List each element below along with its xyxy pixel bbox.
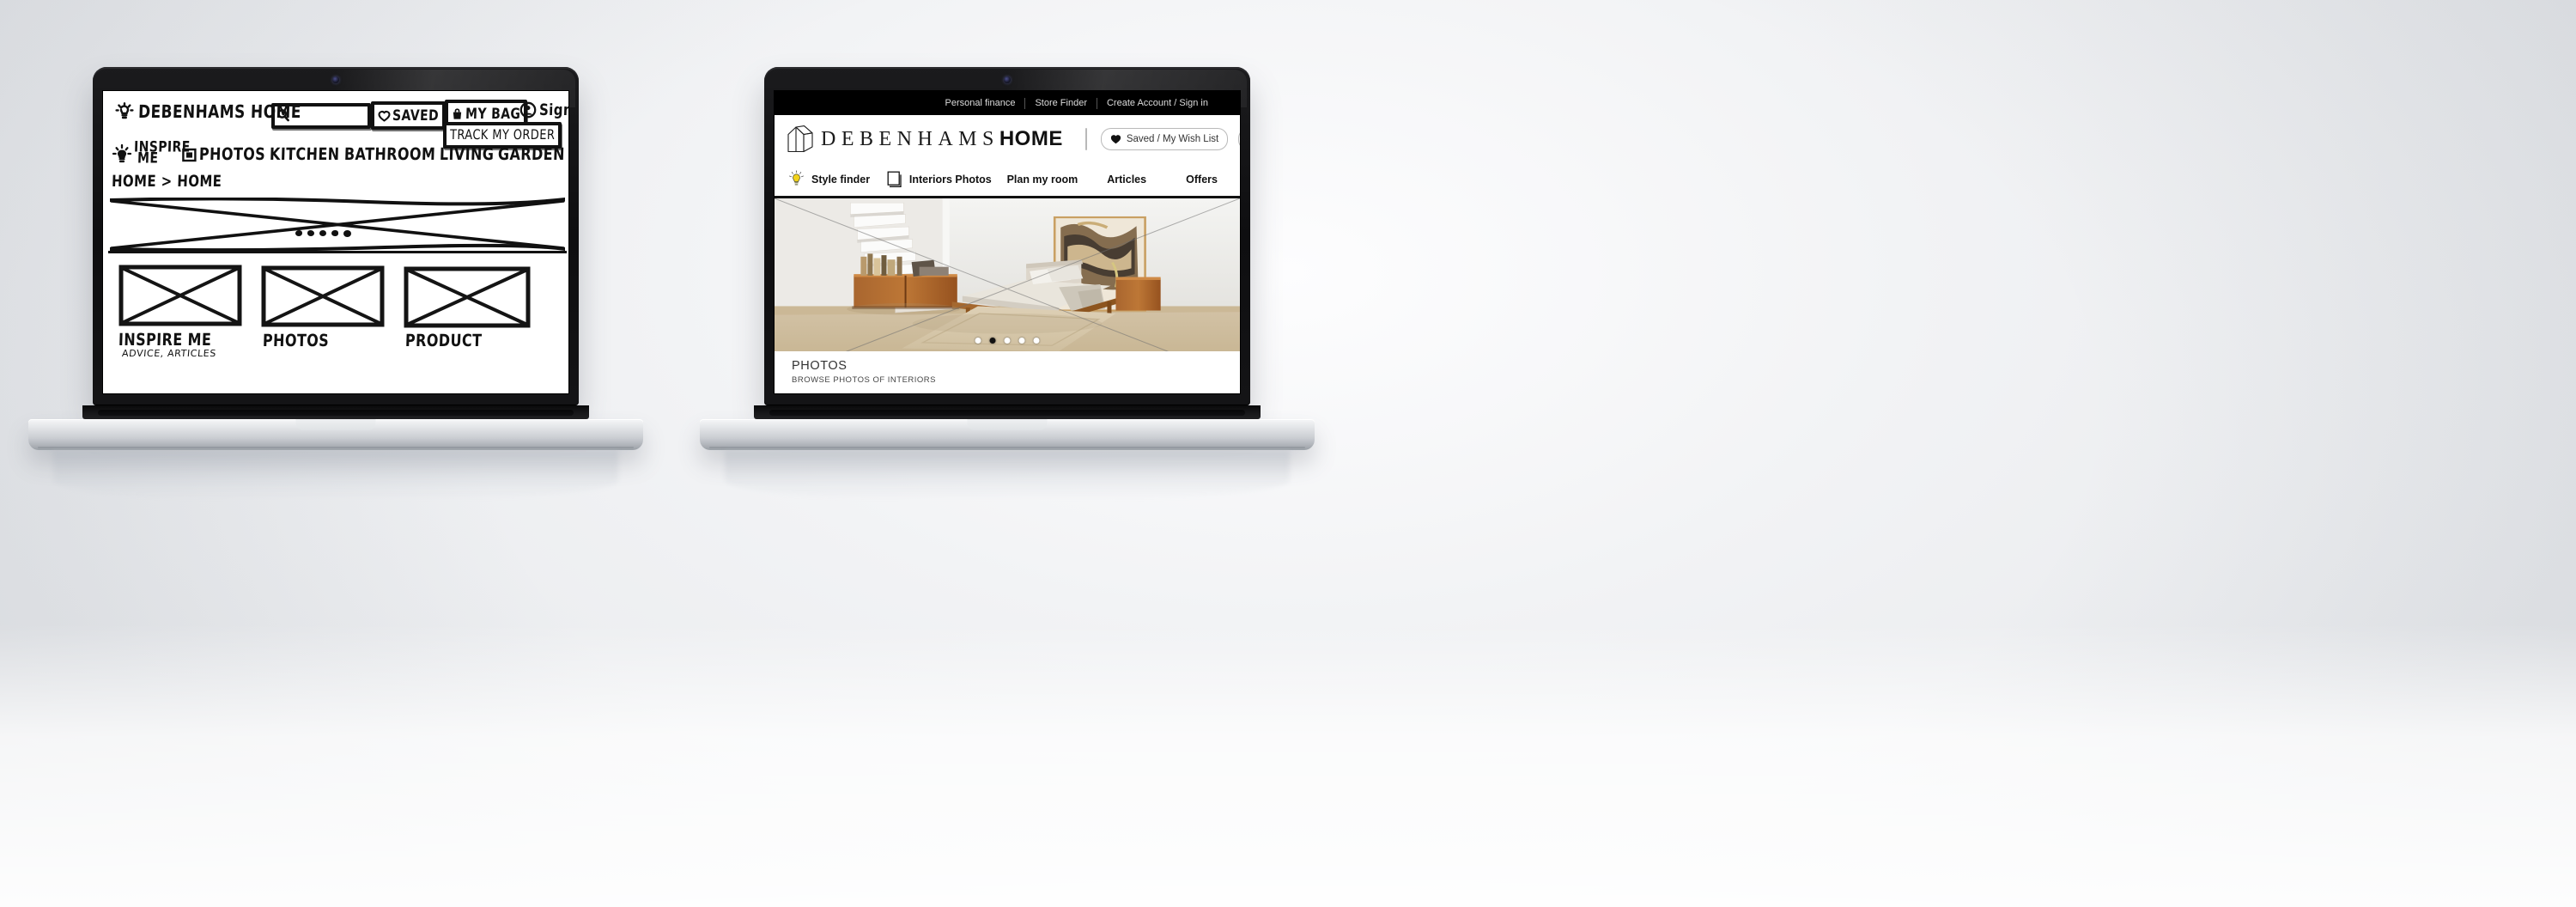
nav-item-plan-my-room[interactable]: Plan my room — [1007, 173, 1108, 186]
sketch-nav-item[interactable]: LIVING — [440, 144, 495, 164]
sketch-carousel-dot[interactable] — [307, 230, 314, 236]
sketch-nav-item[interactable]: GARDEN — [498, 144, 566, 164]
sketch-tile[interactable] — [261, 265, 385, 327]
sketch-nav-item[interactable]: PHOTOS — [199, 144, 266, 164]
utility-bar: Personal finance Store Finder Create Acc… — [775, 91, 1240, 115]
brand-secondary: HOME — [999, 127, 1063, 150]
nav-item-interiors-photos[interactable]: Interiors Photos — [887, 171, 1007, 188]
placeholder-cross-icon — [108, 197, 567, 253]
laptop-left-reflection — [52, 450, 619, 500]
sketch-breadcrumb: HOME > HOME — [111, 172, 222, 191]
laptop-left-lid: DEBENHAMS HOME SAVED MY BAG Sign TRACK M… — [93, 67, 579, 405]
carousel-dot[interactable] — [1018, 338, 1025, 344]
main-navigation: Style finder Interiors Photos Plan my ro… — [775, 163, 1240, 198]
nav-item-label: Plan my room — [1006, 173, 1078, 186]
sketch-signin-button[interactable]: Sign IN — [519, 100, 568, 119]
nav-item-label: Articles — [1107, 173, 1147, 186]
sketch-nav-item[interactable]: BATHROOM — [343, 144, 435, 164]
placeholder-cross-icon — [404, 266, 531, 328]
brand-primary: DEBENHAMS — [821, 128, 999, 150]
webcam-icon — [1004, 76, 1011, 83]
nav-item-style-finder[interactable]: Style finder — [788, 170, 887, 189]
webcam-icon — [332, 76, 339, 83]
placeholder-cross-icon — [261, 265, 385, 327]
laptop-left-base — [28, 419, 643, 500]
nav-item-offers[interactable]: Offers — [1186, 173, 1218, 186]
lightbulb-icon — [789, 170, 804, 186]
sketch-tile-title: PRODUCT — [404, 330, 483, 351]
laptop-right-lid: Personal finance Store Finder Create Acc… — [764, 67, 1250, 405]
sketch-carousel-dots[interactable] — [295, 230, 351, 237]
utility-link-store-finder[interactable]: Store Finder — [1025, 98, 1097, 108]
saved-wishlist-button[interactable]: Saved / My Wish List — [1100, 128, 1229, 150]
saved-wishlist-label: Saved / My Wish List — [1126, 134, 1219, 144]
nav-item-label: Style finder — [811, 173, 871, 186]
sketch-saved-button[interactable]: SAVED — [371, 101, 446, 130]
sketch-carousel-dot[interactable] — [319, 230, 326, 236]
sketch-track-order-label: TRACK MY ORDER — [449, 127, 556, 143]
heart-sketch-icon — [378, 110, 391, 122]
search-box[interactable] — [1084, 128, 1087, 150]
sketch-carousel-dot[interactable] — [295, 230, 302, 236]
nav-item-label: Offers — [1186, 173, 1218, 186]
floor-gradient — [0, 624, 2576, 907]
sketch-main-nav[interactable]: PHOTOS KITCHEN BATHROOM LIVING GARDEN DE… — [199, 144, 568, 164]
carousel-dot[interactable] — [1033, 338, 1040, 344]
sketch-bag-label: MY BAG — [465, 106, 521, 123]
carousel-dot[interactable] — [975, 338, 981, 344]
laptop-right-screen: Personal finance Store Finder Create Acc… — [775, 91, 1240, 393]
sketch-inspire-me-nav[interactable]: INSPIRE ME — [112, 139, 191, 168]
debenhams-home-website: Personal finance Store Finder Create Acc… — [775, 91, 1240, 393]
house-cube-logo-icon[interactable] — [787, 125, 814, 154]
photos-sketch-icon — [182, 148, 197, 162]
utility-link-create-account-sign-in[interactable]: Create Account / Sign in — [1097, 98, 1218, 108]
brand-wordmark[interactable]: DEBENHAMS HOME — [821, 127, 1063, 151]
carousel-dots[interactable] — [975, 338, 1040, 344]
sketch-tile-title: INSPIRE ME — [118, 329, 212, 350]
search-input[interactable] — [1086, 130, 1087, 149]
sketch-signin-label: Sign IN — [538, 100, 568, 119]
sketch-hero-placeholder — [108, 197, 567, 253]
sketch-carousel-dot[interactable] — [331, 230, 338, 236]
sketch-saved-label: SAVED — [392, 107, 440, 125]
laptop-right-website: Personal finance Store Finder Create Acc… — [700, 67, 1315, 500]
lightbulb-sketch-icon — [112, 143, 132, 163]
wireframe-sketch: DEBENHAMS HOME SAVED MY BAG Sign TRACK M… — [103, 91, 568, 393]
hero-caption: PHOTOS BROWSE PHOTOS OF INTERIORS — [775, 351, 1240, 393]
lightbulb-sketch-icon — [115, 102, 134, 119]
laptop-left-screen: DEBENHAMS HOME SAVED MY BAG Sign TRACK M… — [103, 91, 568, 393]
brand-bar: DEBENHAMS HOME Search Saved / My Wish Li… — [775, 115, 1240, 163]
laptop-right-base — [700, 419, 1315, 500]
sketch-divider — [108, 251, 567, 253]
sketch-tile-title: PHOTOS — [262, 330, 330, 351]
bag-sketch-icon — [453, 108, 462, 119]
my-bag-button[interactable]: My Bag (4) — [1238, 128, 1240, 150]
sketch-carousel-dot[interactable] — [343, 230, 351, 237]
photos-stack-icon — [887, 171, 902, 187]
utility-link-personal-finance[interactable]: Personal finance — [936, 98, 1025, 108]
sketch-tile-subtitle: ADVICE, ARTICLES — [121, 348, 217, 359]
nav-item-label: Interiors Photos — [908, 173, 992, 186]
placeholder-cross-icon — [118, 265, 242, 326]
sketch-nav-item[interactable]: KITCHEN — [270, 144, 340, 164]
magnifier-sketch-icon — [277, 109, 289, 122]
laptop-left-wireframe: DEBENHAMS HOME SAVED MY BAG Sign TRACK M… — [28, 67, 643, 500]
carousel-dot[interactable] — [1004, 338, 1011, 344]
laptop-right-hinge — [754, 405, 1261, 419]
sketch-tile[interactable] — [404, 266, 531, 328]
user-sketch-icon — [519, 101, 537, 119]
hero-carousel[interactable] — [775, 198, 1240, 351]
laptop-right-reflection — [724, 450, 1291, 500]
sketch-tile[interactable] — [118, 265, 242, 326]
sketch-search-input[interactable] — [271, 103, 371, 129]
heart-icon — [1110, 135, 1121, 144]
laptop-left-hinge — [82, 405, 589, 419]
carousel-dot-active[interactable] — [989, 338, 996, 344]
nav-item-articles[interactable]: Articles — [1107, 173, 1186, 186]
hero-caption-subtitle: BROWSE PHOTOS OF INTERIORS — [792, 375, 937, 385]
hero-image — [775, 198, 1240, 351]
hero-caption-title: PHOTOS — [792, 359, 848, 373]
